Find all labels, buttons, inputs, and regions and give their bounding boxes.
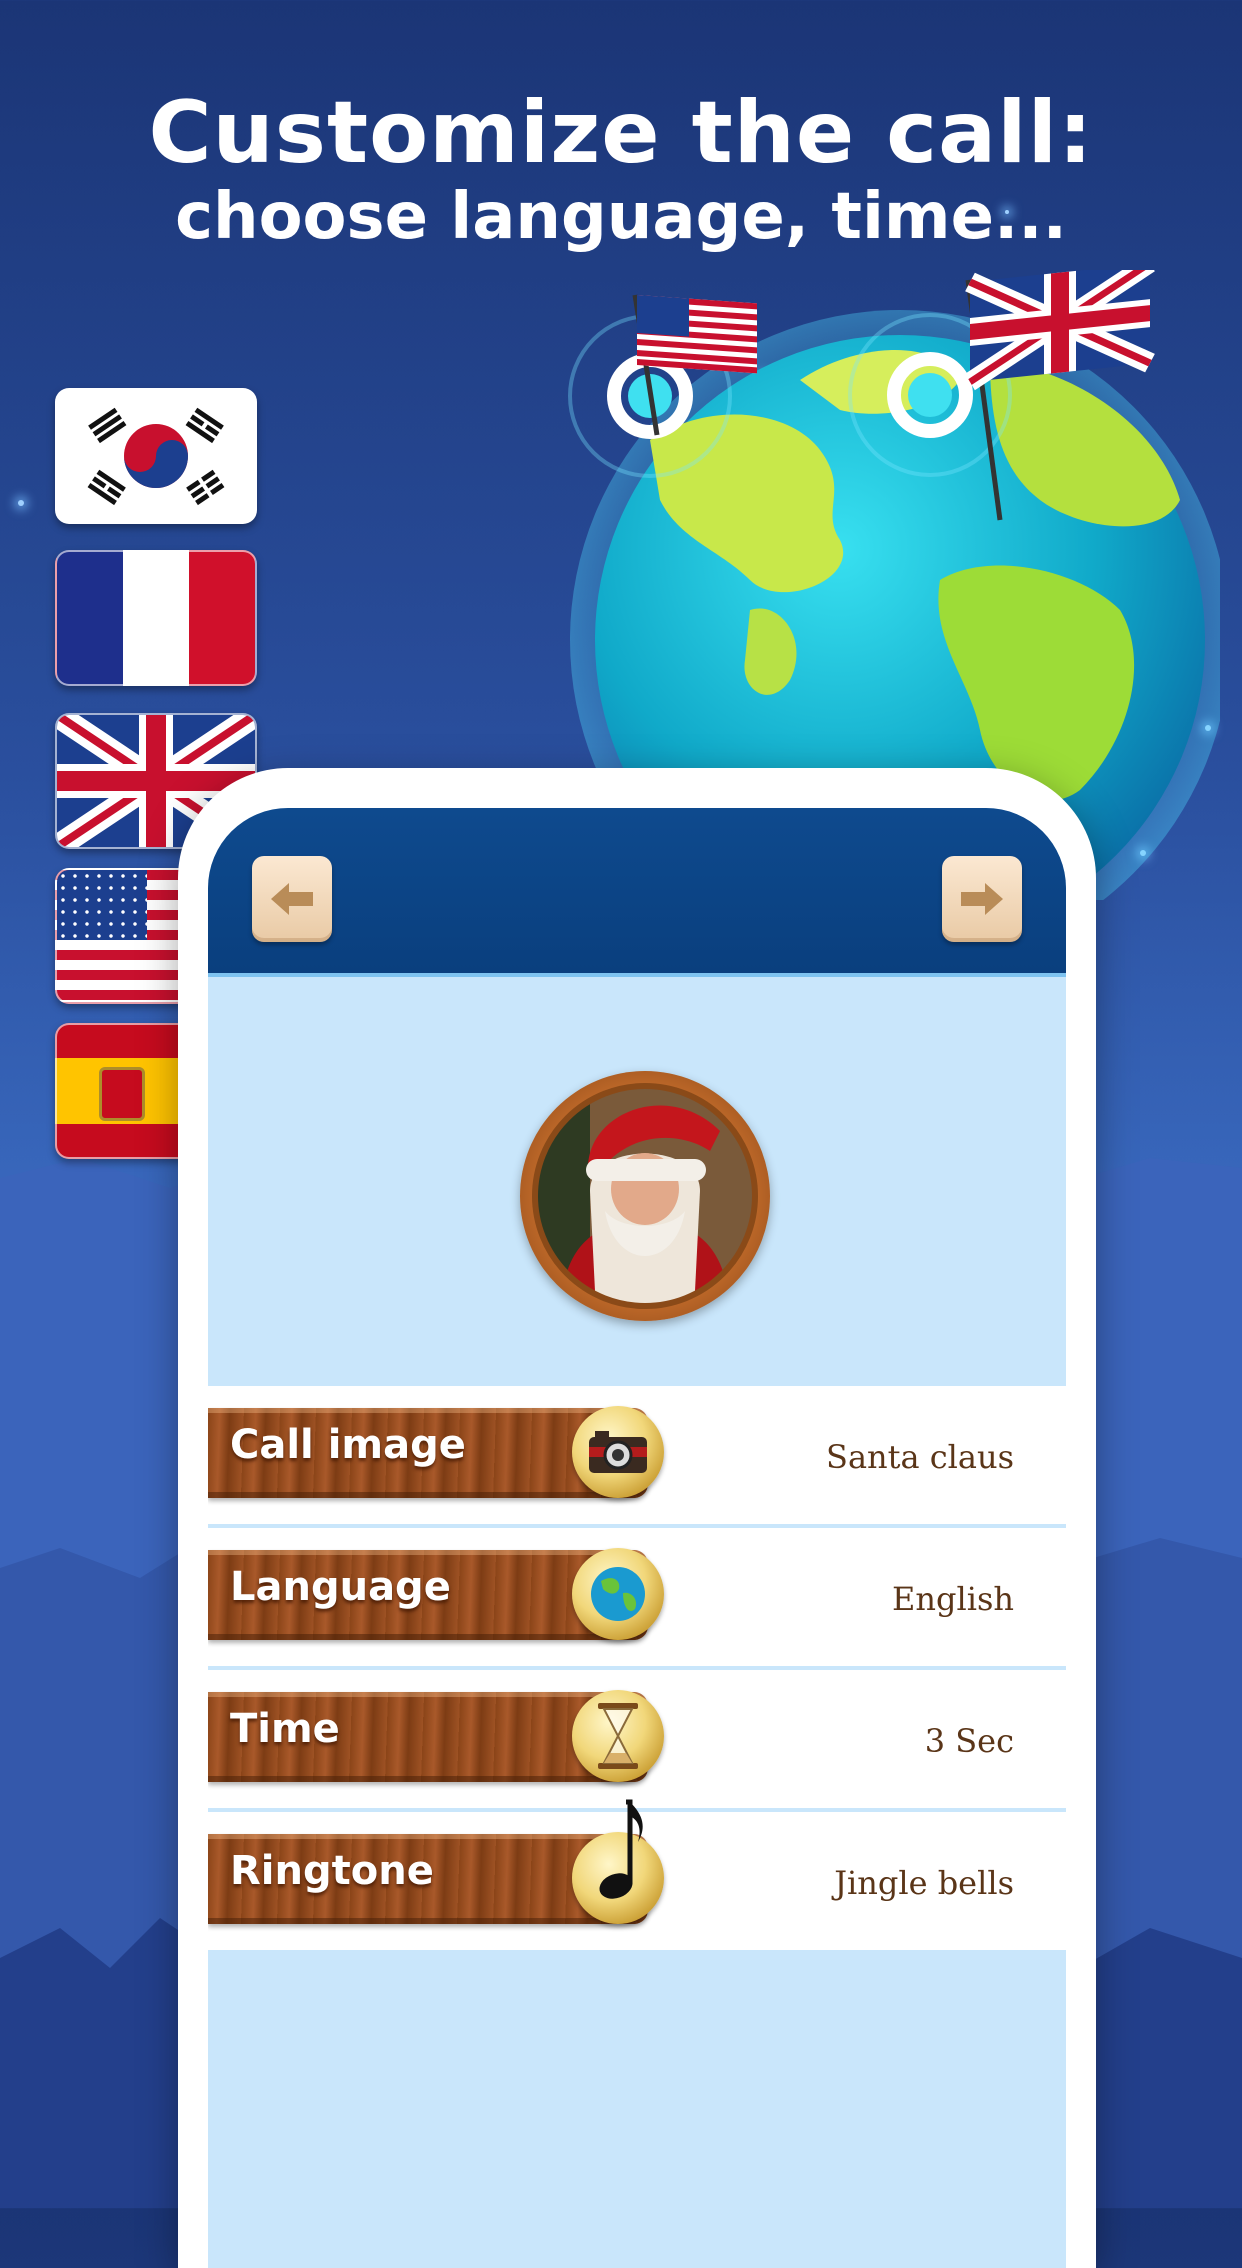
music-note-icon: [572, 1799, 664, 1924]
globe-icon: [572, 1548, 664, 1640]
headline: Customize the call: choose language, tim…: [0, 88, 1242, 253]
south-korea-flag: [55, 388, 257, 524]
back-button[interactable]: [252, 856, 332, 942]
settings-list: Call image Santa claus Language English …: [208, 1386, 1066, 1954]
time-label: Time: [230, 1706, 340, 1752]
language-value: English: [892, 1580, 1014, 1618]
france-flag: [55, 550, 257, 686]
call-image-row[interactable]: Call image Santa claus: [208, 1386, 1066, 1524]
arrow-right-icon: [961, 883, 1003, 915]
app-screen: Call image Santa claus Language English …: [208, 808, 1066, 2268]
time-row[interactable]: Time 3 Sec: [208, 1670, 1066, 1808]
ringtone-row[interactable]: Ringtone Jingle bells: [208, 1799, 1066, 1950]
uk-pin-flag: [965, 270, 1155, 521]
arrow-left-icon: [271, 883, 313, 915]
usa-pin-flag: [632, 294, 757, 436]
headline-line-2: choose language, time...: [175, 180, 1067, 255]
call-image-label: Call image: [230, 1422, 466, 1468]
ringtone-value: Jingle bells: [834, 1864, 1014, 1902]
call-image-value: Santa claus: [826, 1438, 1014, 1476]
forward-button[interactable]: [942, 856, 1022, 942]
language-row[interactable]: Language English: [208, 1528, 1066, 1666]
hourglass-icon: [572, 1690, 664, 1782]
phone-frame: Call image Santa claus Language English …: [178, 768, 1096, 2268]
language-label: Language: [230, 1564, 451, 1610]
time-value: 3 Sec: [924, 1722, 1014, 1760]
headline-line-1: Customize the call:: [148, 83, 1094, 183]
camera-icon: [572, 1406, 664, 1498]
santa-avatar[interactable]: [520, 1071, 770, 1321]
app-top-bar: [208, 808, 1066, 977]
ringtone-label: Ringtone: [230, 1848, 434, 1894]
